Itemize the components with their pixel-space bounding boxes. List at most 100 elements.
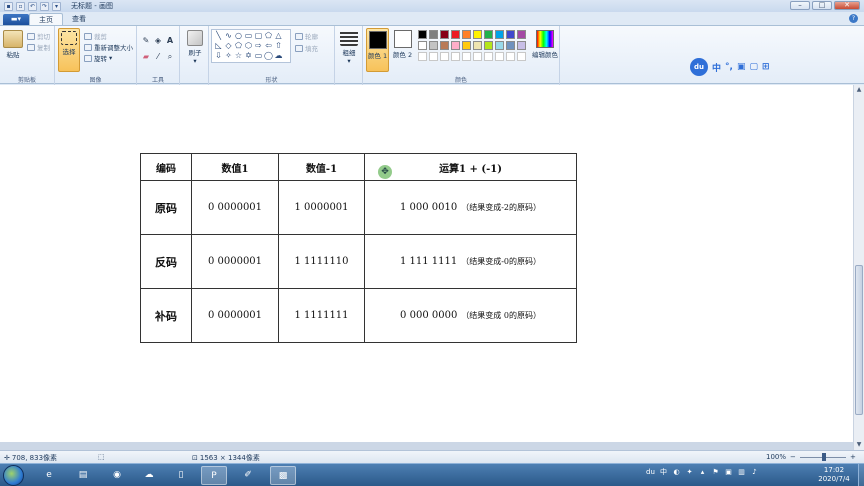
custom-color-swatch[interactable]	[429, 52, 438, 61]
color-swatch[interactable]	[418, 41, 427, 50]
color-picker-icon[interactable]: ⁄	[153, 52, 163, 62]
color-swatch[interactable]	[495, 30, 504, 39]
custom-color-swatch[interactable]	[506, 52, 515, 61]
custom-color-swatch[interactable]	[440, 52, 449, 61]
star4-shape-icon[interactable]: ✧	[224, 52, 233, 60]
rotate-button[interactable]: 旋转 ▾	[84, 53, 112, 63]
custom-color-swatch[interactable]	[517, 52, 526, 61]
drawing-canvas[interactable]: 编码 数值1 数值-1 运算1 + (-1) 原码 0 0000001 1 00…	[0, 85, 853, 442]
paint-app-icon[interactable]: ▪	[4, 1, 13, 11]
rounded-rect-shape-icon[interactable]: ▢	[254, 32, 263, 40]
color-swatch[interactable]	[506, 30, 515, 39]
color-swatch[interactable]	[429, 41, 438, 50]
pencil-icon[interactable]: ✎	[141, 36, 151, 46]
customize-qat-icon[interactable]: ▾	[52, 1, 61, 11]
color-swatch[interactable]	[473, 41, 482, 50]
file-explorer-icon[interactable]: ▤	[70, 466, 96, 485]
powerpoint-icon[interactable]: P	[201, 466, 227, 485]
color-swatch[interactable]	[506, 41, 515, 50]
color-swatch[interactable]	[495, 41, 504, 50]
curve-shape-icon[interactable]: ∿	[224, 32, 233, 40]
brushes-button[interactable]: 刷子 ▾	[184, 30, 206, 65]
volume-icon[interactable]: ♪	[750, 468, 759, 477]
text-tool-icon[interactable]: A	[165, 36, 175, 46]
baidu-tray-icon[interactable]: du	[646, 468, 655, 477]
color-swatch[interactable]	[429, 30, 438, 39]
paint-menu-button[interactable]: ▬▾	[3, 14, 29, 25]
magnifier-icon[interactable]: ⌕	[165, 52, 175, 62]
chrome-browser-icon[interactable]: ◉	[104, 466, 130, 485]
paint-taskbar-icon[interactable]: ▩	[270, 466, 296, 485]
color-swatch[interactable]	[462, 30, 471, 39]
custom-color-swatch[interactable]	[484, 52, 493, 61]
oval-shape-icon[interactable]: ○	[234, 32, 243, 40]
scroll-up-icon[interactable]: ▲	[854, 85, 864, 95]
down-arrow-shape-icon[interactable]: ⇩	[214, 52, 223, 60]
size-button[interactable]: 粗细 ▾	[338, 30, 360, 65]
callout-oval-shape-icon[interactable]: ◯	[264, 52, 273, 60]
color1-button[interactable]: 颜色 1	[366, 28, 389, 72]
zoom-slider-thumb[interactable]	[822, 453, 826, 461]
help-icon[interactable]: ?	[849, 14, 858, 23]
ie-icon[interactable]: e	[36, 466, 62, 485]
show-desktop-button[interactable]	[858, 464, 864, 486]
crop-button[interactable]: 裁剪	[84, 31, 107, 41]
right-triangle-shape-icon[interactable]: ◺	[214, 42, 223, 50]
baidu-ime-logo-icon[interactable]: du	[690, 58, 708, 76]
color-swatch[interactable]	[462, 41, 471, 50]
canvas-area[interactable]: 编码 数值1 数值-1 运算1 + (-1) 原码 0 0000001 1 00…	[0, 85, 853, 450]
ime-mode-toggle[interactable]: 中	[712, 61, 721, 74]
fill-button[interactable]: 填充	[295, 43, 318, 53]
color-swatch[interactable]	[484, 30, 493, 39]
resize-button[interactable]: 重新调整大小	[84, 42, 133, 52]
right-arrow-shape-icon[interactable]: ⇨	[254, 42, 263, 50]
pentagon-shape-icon[interactable]: ⬠	[234, 42, 243, 50]
tray-icon[interactable]: ▣	[724, 468, 733, 477]
zoom-in-button[interactable]: +	[850, 453, 856, 461]
color-swatch[interactable]	[484, 41, 493, 50]
color-swatch[interactable]	[451, 30, 460, 39]
polygon-shape-icon[interactable]: ⬠	[264, 32, 273, 40]
custom-color-swatch[interactable]	[451, 52, 460, 61]
cut-button[interactable]: 剪切	[27, 31, 50, 41]
callout-rect-shape-icon[interactable]: ▭	[254, 52, 263, 60]
color-swatch[interactable]	[517, 41, 526, 50]
maximize-button[interactable]: □	[812, 1, 832, 10]
color2-button[interactable]: 颜色 2	[391, 30, 414, 59]
clock[interactable]: 17:02 2020/7/4	[812, 466, 856, 484]
outline-button[interactable]: 轮廓	[295, 31, 318, 41]
hexagon-shape-icon[interactable]: ⬡	[244, 42, 253, 50]
star6-shape-icon[interactable]: ✡	[244, 52, 253, 60]
up-arrow-shape-icon[interactable]: ⇧	[274, 42, 283, 50]
minimize-button[interactable]: –	[790, 1, 810, 10]
fill-bucket-icon[interactable]: ◈	[153, 36, 163, 46]
tray-icon[interactable]: ◐	[672, 468, 681, 477]
ime-skin-icon[interactable]: ▢	[749, 62, 758, 72]
color-swatch[interactable]	[418, 30, 427, 39]
document-icon[interactable]: ▯	[168, 466, 194, 485]
cloud-shape-icon[interactable]: ☁	[274, 52, 283, 60]
color-swatch[interactable]	[440, 30, 449, 39]
tray-icon[interactable]: ✦	[685, 468, 694, 477]
edit-colors-button[interactable]: 编辑颜色	[531, 30, 559, 59]
close-button[interactable]: ✕	[834, 1, 860, 10]
ime-punct-toggle[interactable]: °,	[725, 62, 733, 72]
scroll-thumb[interactable]	[855, 265, 863, 415]
ime-menu-icon[interactable]: ⊞	[762, 62, 770, 72]
rectangle-shape-icon[interactable]: ▭	[244, 32, 253, 40]
star5-shape-icon[interactable]: ☆	[234, 52, 243, 60]
select-button[interactable]: 选择	[58, 28, 80, 72]
tray-icon[interactable]: ⚑	[711, 468, 720, 477]
network-icon[interactable]: ▥	[737, 468, 746, 477]
copy-button[interactable]: 复制	[27, 42, 50, 52]
color-swatch[interactable]	[440, 41, 449, 50]
vertical-scrollbar[interactable]: ▲ ▼	[853, 85, 864, 450]
custom-color-swatch[interactable]	[473, 52, 482, 61]
baidu-netdisk-icon[interactable]: ☁	[136, 466, 162, 485]
undo-icon[interactable]: ↶	[28, 1, 37, 11]
ime-toolbox-icon[interactable]: ▣	[737, 62, 746, 72]
tab-home[interactable]: 主页	[29, 13, 63, 25]
diamond-shape-icon[interactable]: ◇	[224, 42, 233, 50]
redo-icon[interactable]: ↷	[40, 1, 49, 11]
custom-color-swatch[interactable]	[418, 52, 427, 61]
